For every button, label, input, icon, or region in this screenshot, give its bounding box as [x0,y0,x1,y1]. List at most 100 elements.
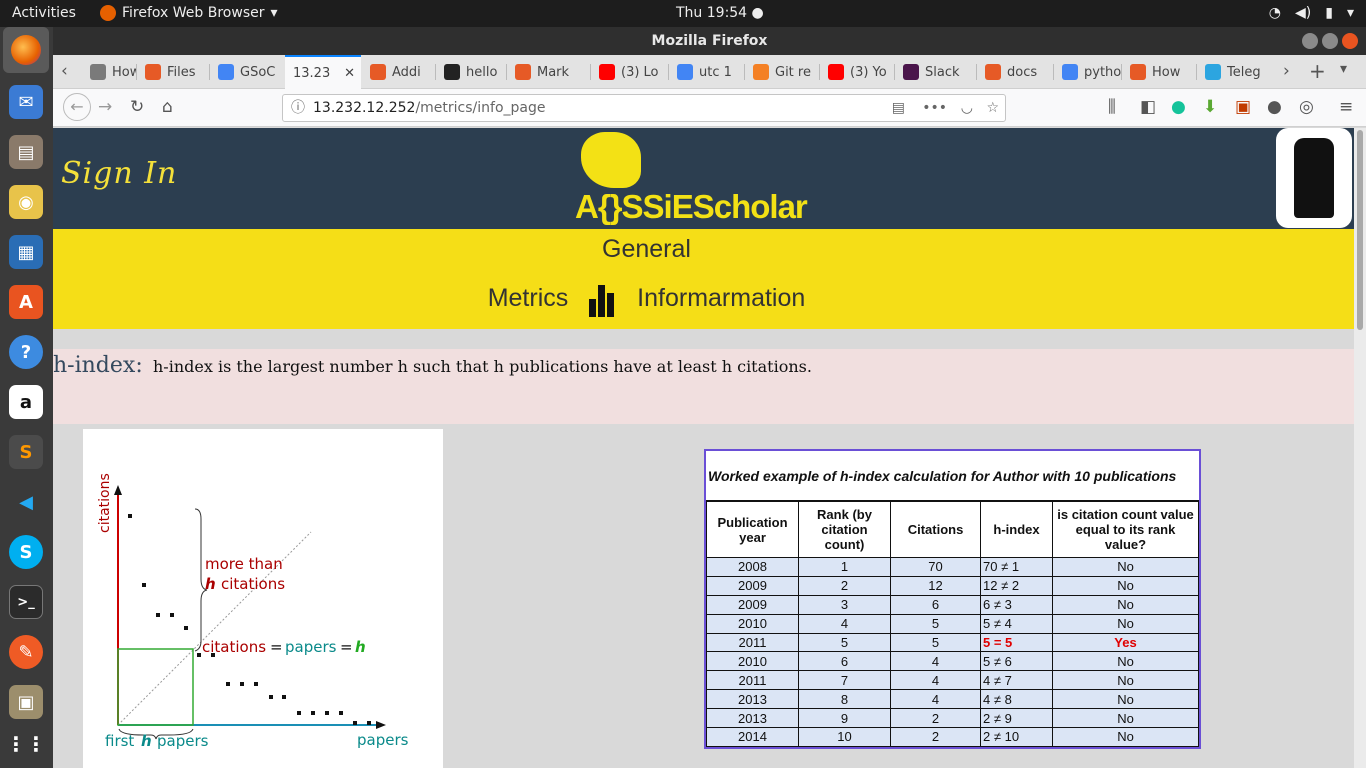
download-extension-icon[interactable]: ⬇ [1203,97,1217,117]
window-controls [1302,33,1358,49]
url-bar[interactable]: ⓘ 13.232.12.252/metrics/info_page ▤ ••• … [282,94,1006,122]
table-cell: No [1052,651,1199,672]
close-tab-icon[interactable]: ✕ [344,66,355,81]
browser-tab[interactable]: (3) Yo [820,55,894,89]
table-cell: 2011 [706,670,799,691]
activities-button[interactable]: Activities [12,5,76,21]
browser-tab[interactable]: docs [977,55,1053,89]
table-header: is citation count value equal to its ran… [1052,501,1199,558]
new-tab-button[interactable]: + [1309,59,1326,83]
reader-view-icon[interactable]: ▤ [892,95,905,121]
clock[interactable]: Thu 19:54 ● [676,5,764,21]
page-scrollbar[interactable] [1354,128,1366,768]
browser-tab[interactable]: Addi [362,55,435,89]
browser-tab[interactable]: GSoC [210,55,284,89]
tab-list-icon[interactable]: ▾ [1340,61,1347,77]
firefox-icon [11,35,41,65]
browser-tab[interactable]: How [1122,55,1196,89]
tab-favicon-icon [1130,64,1146,80]
grammarly-icon[interactable]: ● [1171,97,1186,117]
home-icon[interactable]: ⌂ [162,97,173,117]
vscode-launcher[interactable]: ◀ [9,485,43,519]
reload-icon[interactable]: ↻ [130,97,144,117]
show-apps-icon[interactable]: ⋮⋮ [6,727,46,761]
sync-icon[interactable]: ◎ [1299,97,1314,117]
browser-tab[interactable]: hello [436,55,506,89]
browser-tab[interactable]: Teleg [1197,55,1277,89]
table-row: 2013 9 2 2 ≠ 9 No [706,708,1199,729]
site-logo[interactable]: A{}SSiEScholar [573,132,808,226]
tab-label: pytho [1084,64,1121,80]
browser-tab[interactable]: Mark [507,55,590,89]
table-cell: 4 [798,613,891,634]
extension-icon[interactable]: ▣ [1235,97,1251,117]
equals-2: = [340,638,353,656]
page-actions-icon[interactable]: ••• [922,95,947,121]
account-icon[interactable]: ● [1267,97,1282,117]
y-axis-arrow [114,485,122,495]
software-launcher[interactable]: A [9,285,43,319]
browser-tab[interactable]: 13.23 ✕ [285,55,361,89]
tab-favicon-icon [90,64,106,80]
skype-launcher[interactable]: S [9,535,43,569]
tab-favicon-icon [1205,64,1221,80]
table-cell: 6 [890,594,981,615]
help-launcher[interactable]: ? [9,335,43,369]
postman-launcher[interactable]: ✎ [9,635,43,669]
system-tray[interactable]: ◔ ◀) ▮ ▾ [1269,5,1354,21]
browser-tab[interactable]: pytho [1054,55,1121,89]
scrollbar-thumb[interactable] [1357,130,1363,330]
maximize-button[interactable] [1322,33,1338,49]
table-row: 2011 7 4 4 ≠ 7 No [706,670,1199,691]
app-menu[interactable]: Firefox Web Browser ▾ [100,5,278,21]
tab-separator [1121,64,1122,80]
close-button[interactable] [1342,33,1358,49]
app-menu-label: Firefox Web Browser [122,5,265,21]
tab-separator [744,64,745,80]
y-axis-label: citations [97,473,113,533]
table-cell: 2 [890,727,981,747]
browser-tab[interactable]: Git re [745,55,819,89]
rhythmbox-launcher[interactable]: ◉ [9,185,43,219]
table-cell: 2014 [706,727,799,747]
tab-scroll-left-icon[interactable]: ‹ [61,61,68,81]
amazon-launcher[interactable]: a [9,385,43,419]
tab-label: (3) Yo [850,64,887,80]
table-row: 2010 4 5 5 ≠ 4 No [706,613,1199,634]
h-citations-label: citations [221,575,285,593]
forward-button[interactable]: → [98,97,112,117]
bar-chart-icon [589,285,616,317]
minimize-button[interactable] [1302,33,1318,49]
browser-tab[interactable]: How [82,55,136,89]
bookmark-star-icon[interactable]: ☆ [986,95,999,121]
table-row: 2013 8 4 4 ≠ 8 No [706,689,1199,710]
page-content: Sign In A{}SSiEScholar General Metrics I… [53,128,1354,768]
terminal-launcher[interactable]: >_ [9,585,43,619]
menu-icon[interactable]: ≡ [1339,97,1353,117]
sublime-launcher[interactable]: S [9,435,43,469]
table-cell: 2011 [706,632,799,653]
table-cell: 2009 [706,575,799,596]
pocket-icon[interactable]: ◡ [961,95,973,121]
browser-tab[interactable]: Files [137,55,209,89]
info-icon[interactable]: ⓘ [291,95,305,121]
navigation-bar: ← → ↻ ⌂ ⓘ 13.232.12.252/metrics/info_pag… [53,89,1366,127]
back-button[interactable]: ← [63,93,91,121]
files-launcher[interactable]: ▤ [9,135,43,169]
library-icon[interactable]: ⫼ [1108,97,1116,117]
thunderbird-launcher[interactable]: ✉ [9,85,43,119]
image-viewer-launcher[interactable]: ▣ [9,685,43,719]
table-cell: 7 [798,670,891,691]
window-titlebar: Mozilla Firefox [53,27,1366,55]
browser-tab[interactable]: utc 1 [669,55,744,89]
sign-in-link[interactable]: Sign In [61,156,177,191]
tab-label: How [1152,64,1181,80]
table-header: h-index [980,501,1053,558]
writer-launcher[interactable]: ▦ [9,235,43,269]
table-cell: 8 [798,689,891,710]
sidebar-icon[interactable]: ◧ [1140,97,1156,117]
tab-scroll-right-icon[interactable]: › [1283,61,1290,81]
browser-tab[interactable]: Slack [895,55,976,89]
browser-tab[interactable]: (3) Lo [591,55,668,89]
firefox-launcher[interactable] [3,27,49,73]
